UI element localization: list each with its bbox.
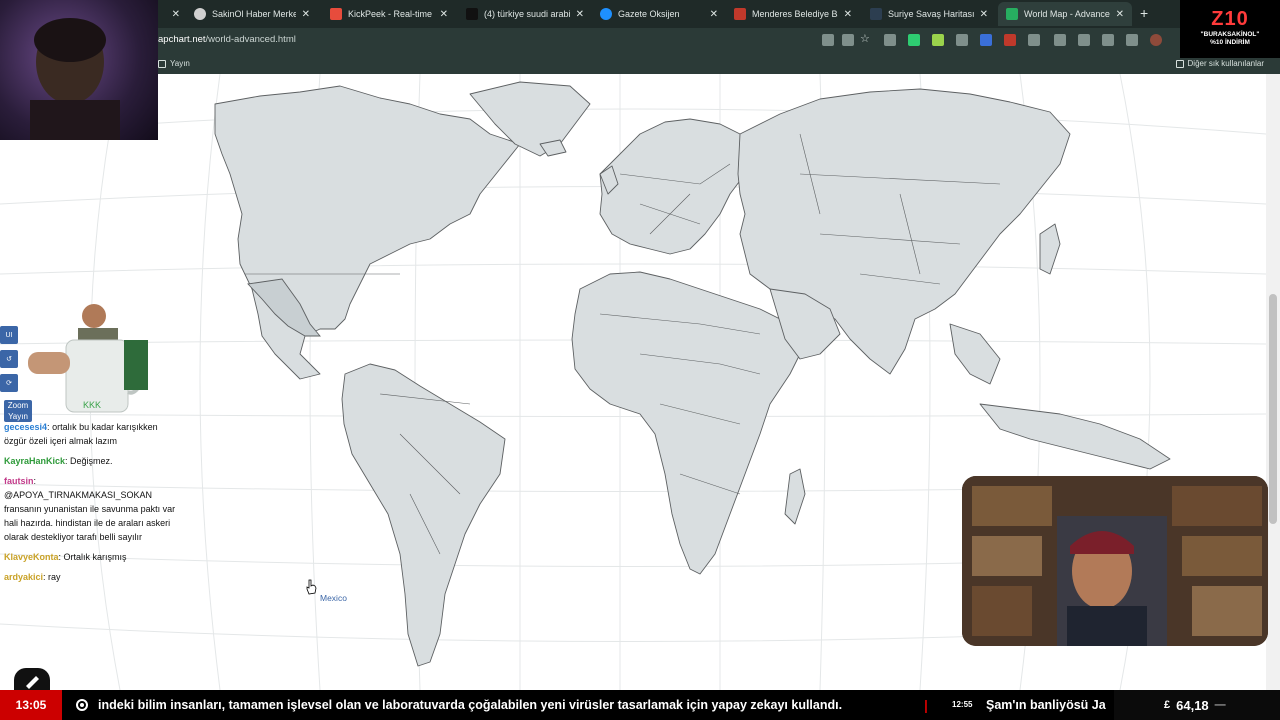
extension-icon[interactable] <box>1004 34 1016 46</box>
scroll-thumb[interactable] <box>1269 294 1277 524</box>
chat-message: gecesesi4: ortalık bu kadar karışıkken ö… <box>4 422 158 446</box>
browser-essentials-icon[interactable] <box>1102 34 1114 46</box>
svg-text:KKK: KKK <box>83 400 101 410</box>
country-hover-label: Mexico <box>320 593 347 603</box>
close-icon[interactable]: ✕ <box>844 9 852 20</box>
extension-icon[interactable] <box>884 34 896 46</box>
live-icon <box>76 699 88 711</box>
news-ticker: 13:05 indeki bilim insanları, tamamen iş… <box>0 690 1280 720</box>
tab-world-map[interactable]: World Map - Advanced | M ✕ <box>998 2 1132 26</box>
ticker-headline: indeki bilim insanları, tamamen işlevsel… <box>98 698 843 712</box>
chat-message: fautsin: @APOYA_TIRNAKMAKASI_SOKAN frans… <box>4 476 176 542</box>
close-icon[interactable]: ✕ <box>440 9 448 20</box>
tab-twitter[interactable]: (4) türkiye suudi arabistan ✕ <box>458 2 592 26</box>
chat-message: KlavyeKonta: Ortalık karışmış <box>4 552 127 562</box>
other-favorites[interactable]: Diğer sık kullanılanlar <box>1175 59 1264 68</box>
redo-icon[interactable]: ⟳ <box>0 374 18 392</box>
translate-icon[interactable] <box>822 34 834 46</box>
extension-icon[interactable] <box>956 34 968 46</box>
extension-icon[interactable] <box>980 34 992 46</box>
overlay-tools: UI ↺ ⟳ <box>0 326 20 398</box>
close-icon[interactable]: ✕ <box>576 9 584 20</box>
close-icon[interactable]: ✕ <box>172 9 180 20</box>
tab-partial[interactable]: ✕ <box>160 2 186 26</box>
close-icon[interactable]: ✕ <box>980 9 988 20</box>
close-icon[interactable]: ✕ <box>710 9 718 20</box>
ticker-next-headline: Şam'ın banliyösü Ja <box>986 698 1106 712</box>
price-value: 64,18 <box>1176 697 1209 713</box>
screen: SakinOl Haber Merkezi ✕ KickPeek - Real-… <box>0 0 1280 720</box>
split-view-icon[interactable] <box>1054 34 1066 46</box>
indonesia[interactable] <box>979 403 1171 470</box>
bookmarks-bar: Yayın Diğer sık kullanılanlar <box>0 54 1280 74</box>
pen-tool-button[interactable] <box>14 668 50 692</box>
tab-gazete-oksijen[interactable]: Gazete Oksijen ✕ <box>592 2 726 26</box>
webcam-person <box>962 476 1268 646</box>
price-change: — <box>1214 699 1226 711</box>
extension-icon[interactable] <box>908 34 920 46</box>
kickpeek-icon <box>330 8 342 20</box>
new-tab-icon[interactable]: + <box>1140 5 1148 21</box>
tab-menderes[interactable]: Menderes Belediye Başkan ✕ <box>726 2 860 26</box>
madagascar[interactable] <box>784 468 806 525</box>
collections-icon[interactable] <box>1126 34 1138 46</box>
ticker-separator: | <box>924 697 928 713</box>
x-logo-icon <box>466 8 478 20</box>
currency-price: £ 64,18 — <box>1114 690 1280 720</box>
tab-kickpeek[interactable]: KickPeek - Real-time URL C ✕ <box>322 2 456 26</box>
map-site-icon <box>870 8 882 20</box>
close-icon[interactable]: ✕ <box>1116 9 1124 20</box>
oksijen-icon <box>600 8 612 20</box>
ticker-clock: 13:05 <box>0 690 62 720</box>
pen-icon <box>26 676 39 689</box>
profile-avatar[interactable] <box>1150 34 1162 46</box>
star-icon[interactable]: ☆ <box>860 32 872 45</box>
chat-overlay: gecesesi4: ortalık bu kadar karışıkken ö… <box>4 420 176 590</box>
guest-webcam <box>962 476 1268 646</box>
sponsor-logo: Z10 "BURAKSAKİNOL" %10 İNDİRİM <box>1180 0 1280 58</box>
close-icon[interactable]: ✕ <box>302 9 310 20</box>
bookmark-yayin[interactable]: Yayın <box>158 59 190 68</box>
page-icon <box>158 59 166 68</box>
webcam-person <box>30 18 120 140</box>
hand-cursor-icon <box>306 579 317 595</box>
north-america[interactable] <box>214 85 521 380</box>
mapchart-icon <box>1006 8 1018 20</box>
undo-icon[interactable]: ↺ <box>0 350 18 368</box>
folder-icon <box>1175 59 1184 68</box>
chat-message: KayraHanKick: Değişmez. <box>4 456 113 466</box>
africa[interactable] <box>571 271 806 575</box>
southeast-asia[interactable] <box>949 323 1001 385</box>
favorites-icon[interactable] <box>1078 34 1090 46</box>
ticker-next-time: 12:55 <box>952 700 973 709</box>
extension-icon[interactable] <box>932 34 944 46</box>
refresh-icon[interactable] <box>1028 34 1040 46</box>
pound-icon: £ <box>1164 699 1171 711</box>
tab-suriye[interactable]: Suriye Savaş Haritası - Son ✕ <box>862 2 996 26</box>
streamer-webcam <box>0 0 158 140</box>
globe-icon <box>194 8 206 20</box>
europe[interactable] <box>599 118 751 255</box>
scrollbar[interactable] <box>1266 74 1280 690</box>
address-bar: apchart.net/world-advanced.html ☆ <box>0 28 1280 54</box>
mug-sticker: KKK <box>28 304 148 413</box>
zoom-button[interactable]: Zoom Yayın <box>4 400 32 422</box>
news-site-icon <box>734 8 746 20</box>
url-field[interactable]: apchart.net/world-advanced.html <box>158 34 296 45</box>
japan[interactable] <box>1039 223 1061 275</box>
tab-strip: SakinOl Haber Merkezi ✕ KickPeek - Real-… <box>0 0 1280 28</box>
chat-message: ardyakici: ray <box>4 572 61 582</box>
tab-sakinol[interactable]: SakinOl Haber Merkezi ✕ <box>186 2 318 26</box>
south-america[interactable] <box>341 363 506 667</box>
ui-toggle-button[interactable]: UI <box>0 326 18 344</box>
reader-icon[interactable] <box>842 34 854 46</box>
